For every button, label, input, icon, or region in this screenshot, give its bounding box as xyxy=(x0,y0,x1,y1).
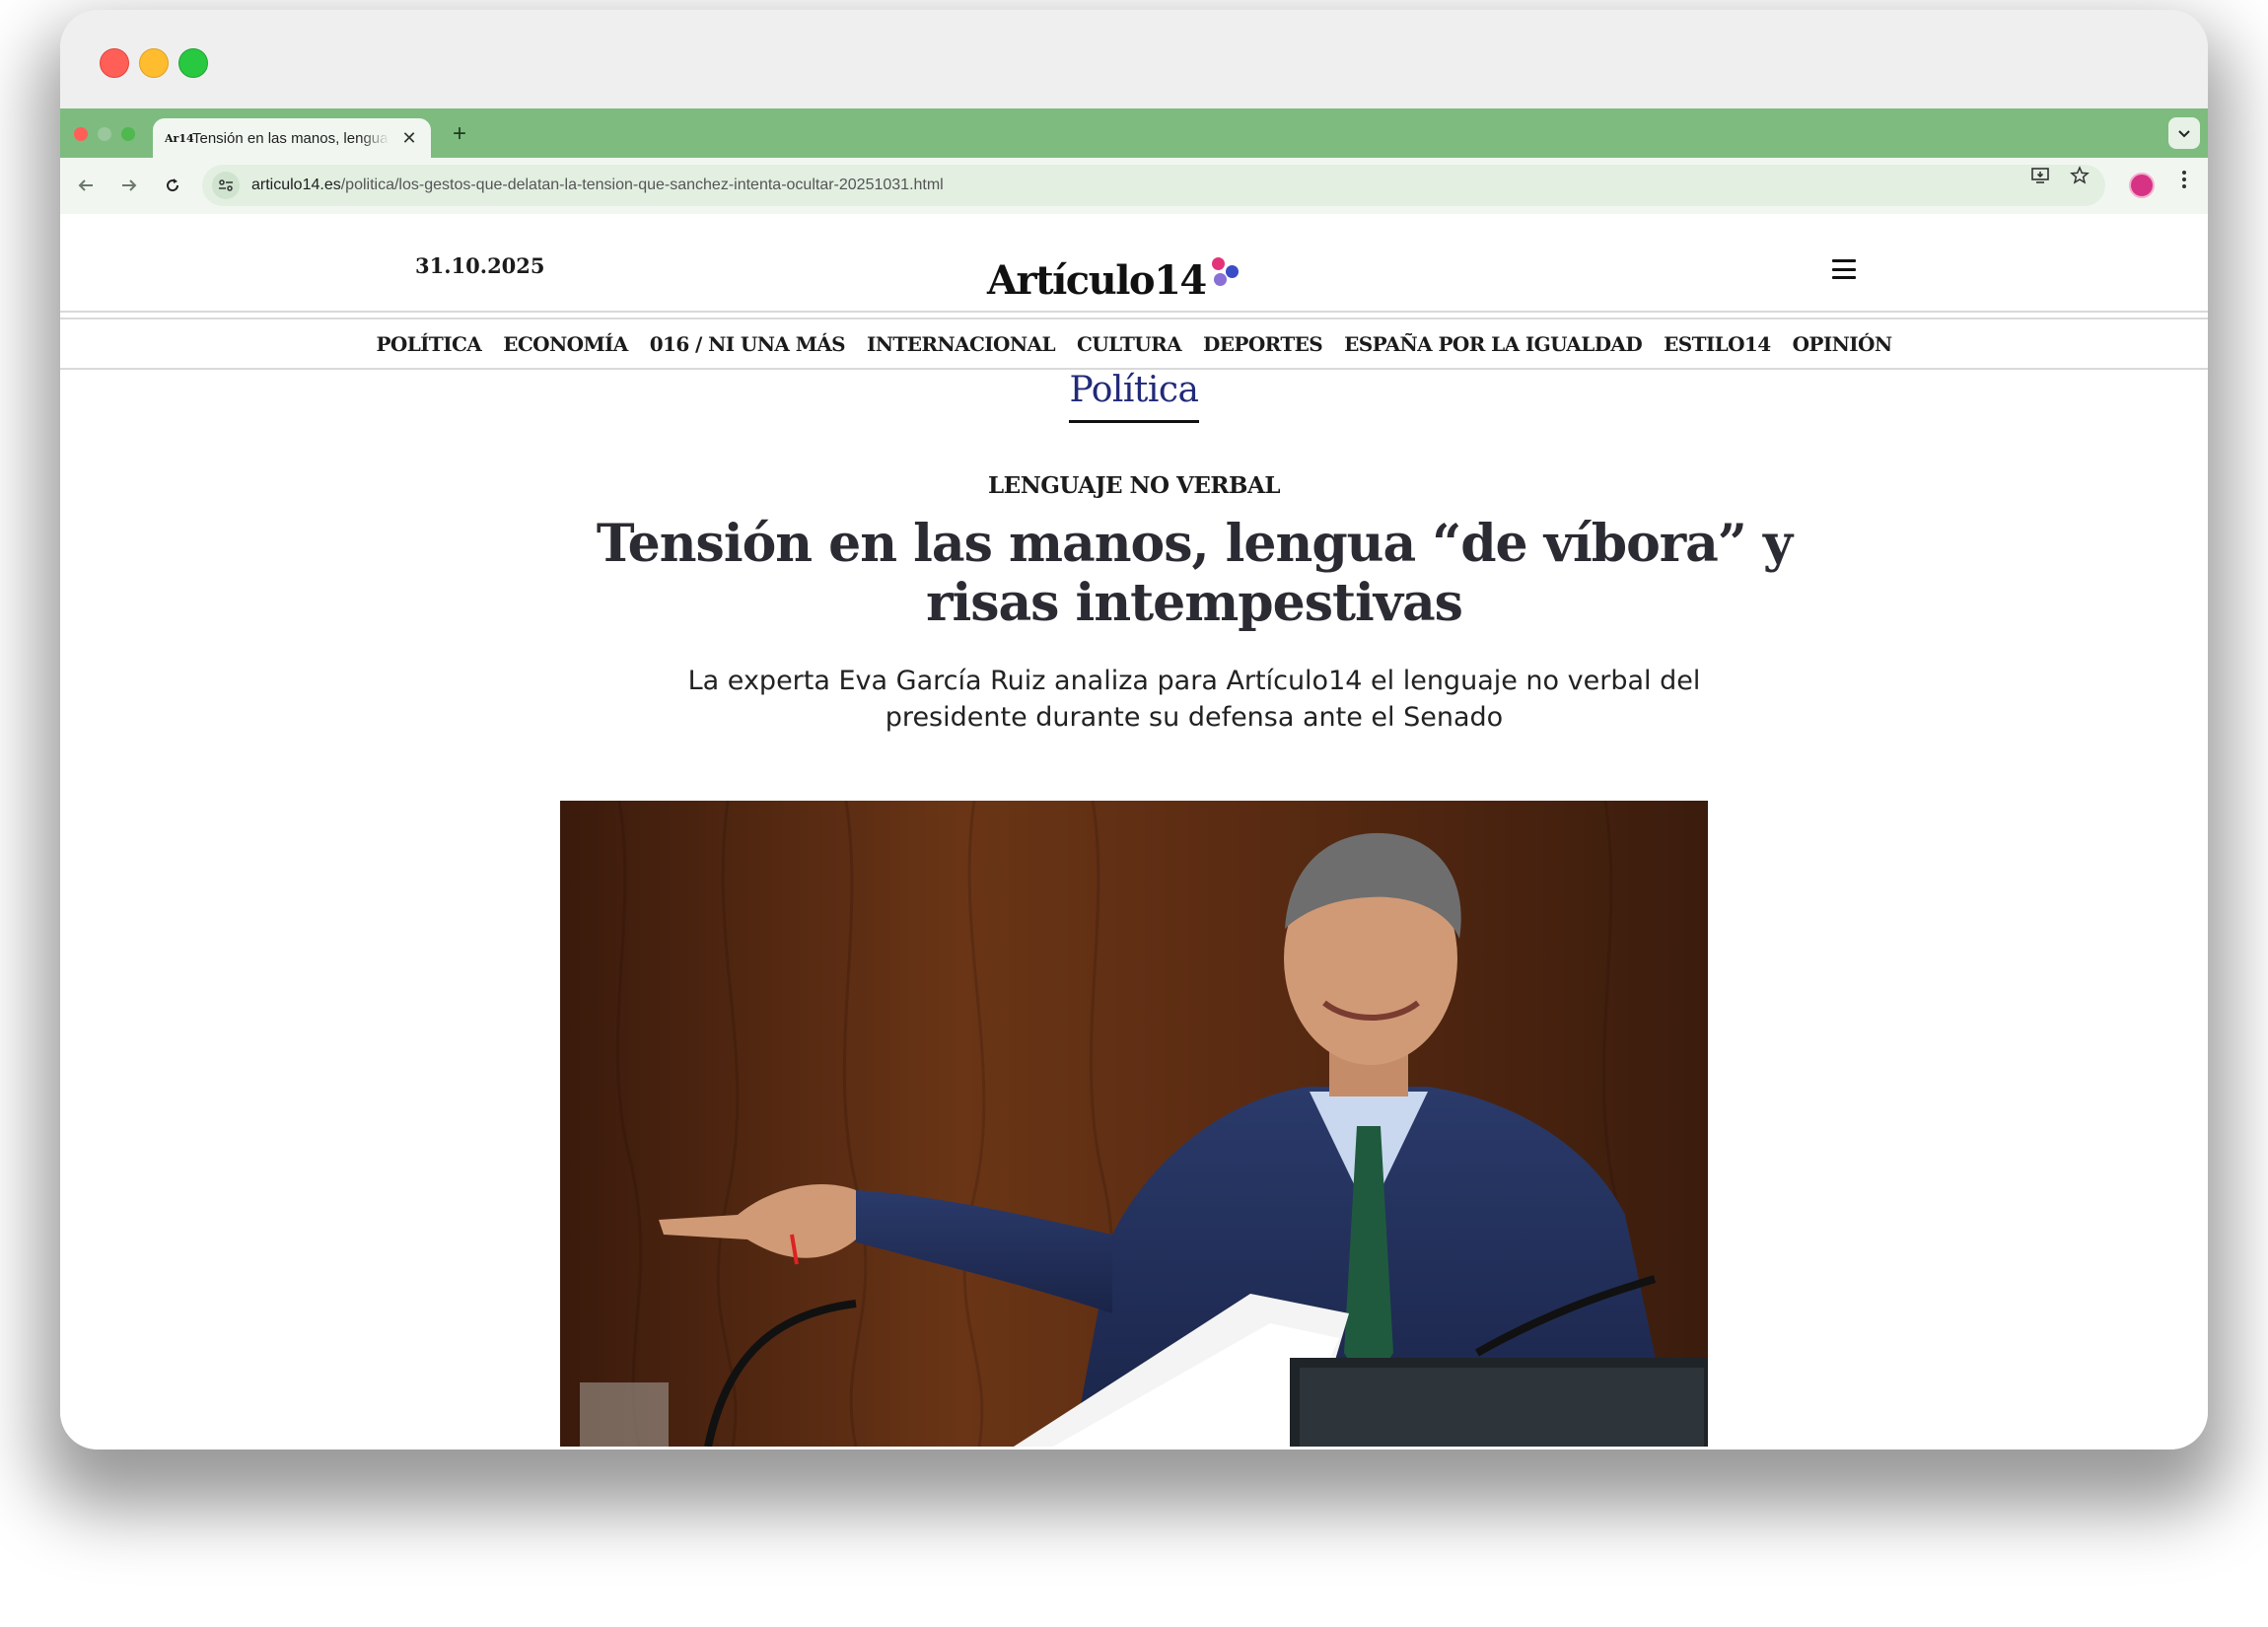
bookmark-star-icon[interactable] xyxy=(2070,166,2090,191)
nav-item-estilo14[interactable]: ESTILO14 xyxy=(1664,332,1771,356)
profile-avatar[interactable] xyxy=(2129,173,2155,198)
nav-item-politica[interactable]: POLÍTICA xyxy=(376,332,481,356)
url-path: /politica/los-gestos-que-delatan-la-tens… xyxy=(340,177,944,193)
inner-close-light[interactable] xyxy=(74,127,88,141)
maximize-window-button[interactable] xyxy=(178,48,208,78)
nav-item-016[interactable]: 016 / NI UNA MÁS xyxy=(650,332,846,356)
site-logo[interactable]: Artículo14 xyxy=(987,242,1312,301)
logo-text: Artículo14 xyxy=(987,257,1207,304)
tab-active[interactable]: Ar14 Tensión en las manos, lengua ✕ xyxy=(153,118,431,158)
header-date: 31.10.2025 xyxy=(415,253,545,278)
nav-item-cultura[interactable]: CULTURA xyxy=(1077,332,1182,356)
web-page: 31.10.2025 Artículo14 POLÍTICA ECONOMÍA … xyxy=(60,214,2208,1450)
browser-chrome: Ar14 Tensión en las manos, lengua ✕ + ar… xyxy=(60,108,2208,214)
browser-window: Ar14 Tensión en las manos, lengua ✕ + ar… xyxy=(60,10,2208,1450)
nav-item-deportes[interactable]: DEPORTES xyxy=(1203,332,1323,356)
nav-item-espana-igualdad[interactable]: ESPAÑA POR LA IGUALDAD xyxy=(1344,332,1643,356)
minimize-window-button[interactable] xyxy=(139,48,169,78)
forward-arrow-icon[interactable] xyxy=(115,172,143,199)
close-window-button[interactable] xyxy=(100,48,129,78)
hamburger-menu-icon[interactable] xyxy=(1832,259,1856,279)
nav-item-internacional[interactable]: INTERNACIONAL xyxy=(867,332,1056,356)
back-arrow-icon[interactable] xyxy=(72,172,100,199)
window-titlebar xyxy=(60,10,2208,108)
tab-close-icon[interactable]: ✕ xyxy=(399,128,419,149)
install-app-icon[interactable] xyxy=(2030,166,2050,191)
inner-minimize-light[interactable] xyxy=(98,127,111,141)
tab-strip: Ar14 Tensión en las manos, lengua ✕ + xyxy=(60,108,2208,158)
article-kicker: LENGUAJE NO VERBAL xyxy=(988,472,1281,499)
main-nav: POLÍTICA ECONOMÍA 016 / NI UNA MÁS INTER… xyxy=(60,319,2208,368)
browser-toolbar: articulo14.es/politica/los-gestos-que-de… xyxy=(60,158,2208,214)
tab-search-chevron-icon[interactable] xyxy=(2168,117,2200,149)
tab-title: Tensión en las manos, lengua xyxy=(192,129,389,147)
reload-icon[interactable] xyxy=(159,172,186,199)
address-bar[interactable]: articulo14.es/politica/los-gestos-que-de… xyxy=(202,165,2105,206)
article-headline: Tensión en las manos, lengua “de víbora”… xyxy=(596,514,1793,633)
inner-maximize-light[interactable] xyxy=(121,127,135,141)
section-link[interactable]: Política xyxy=(1069,370,1199,423)
nav-item-economia[interactable]: ECONOMÍA xyxy=(503,332,628,356)
logo-dots-icon xyxy=(1210,257,1245,293)
url-host: articulo14.es xyxy=(251,177,341,193)
url-text: articulo14.es/politica/los-gestos-que-de… xyxy=(251,177,944,194)
site-settings-icon[interactable] xyxy=(212,172,240,199)
section-label: Política xyxy=(60,370,2208,423)
site-header: 31.10.2025 Artículo14 xyxy=(60,214,2208,313)
new-tab-icon[interactable]: + xyxy=(445,120,474,148)
browser-menu-icon[interactable] xyxy=(2176,170,2192,195)
nav-item-opinion[interactable]: OPINIÓN xyxy=(1793,332,1893,356)
divider xyxy=(60,311,2208,313)
favicon-icon: Ar14 xyxy=(165,131,194,145)
hero-image xyxy=(560,801,1708,1447)
article-subtitle: La experta Eva García Ruiz analiza para … xyxy=(687,666,1701,733)
